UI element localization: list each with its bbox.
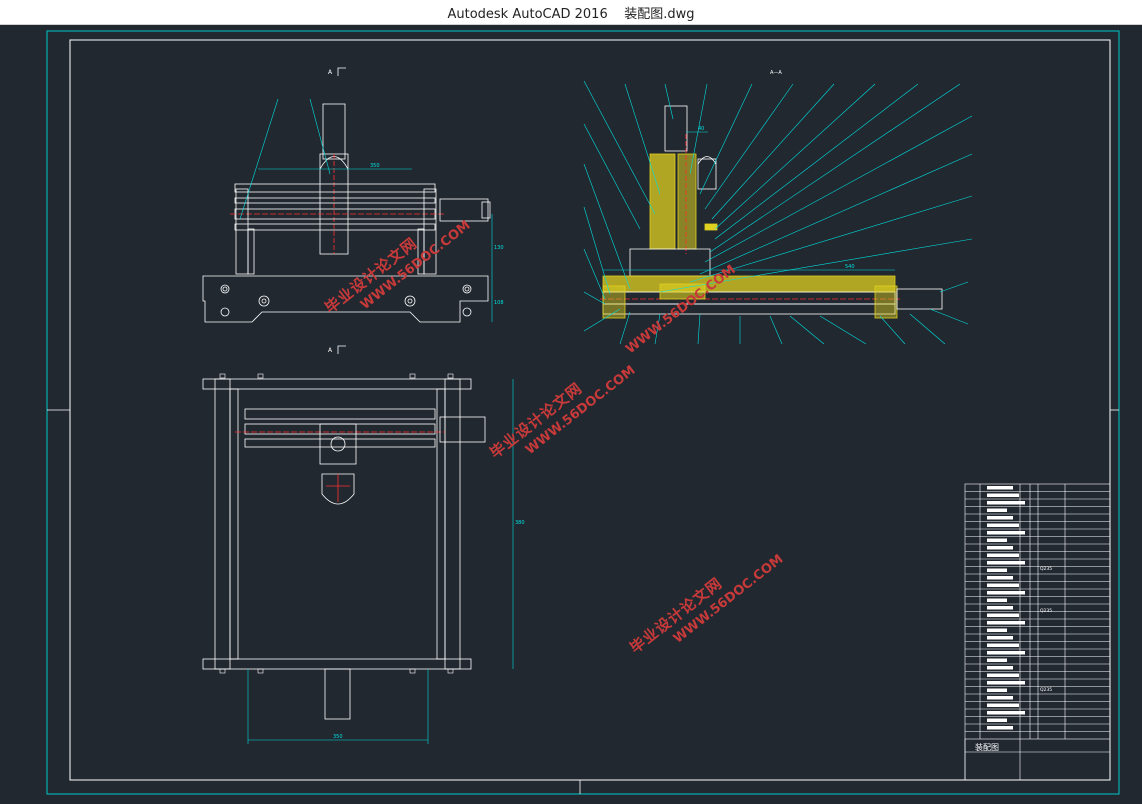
window-titlebar: Autodesk AutoCAD 2016 装配图.dwg (0, 0, 1142, 25)
plan-view[interactable]: A 350 380 (202, 345, 525, 744)
bom-cell-text (987, 508, 1007, 512)
title-block[interactable]: 装配图 Q235 Q235 Q235 (964, 483, 1111, 781)
drawing-canvas[interactable]: A 350 130 108 A 350 380 A—A 540 40 装配图 Q… (0, 24, 1142, 804)
bom-rows (965, 486, 1110, 732)
window-title: Autodesk AutoCAD 2016 装配图.dwg (447, 6, 695, 22)
bom-cell-text (987, 598, 1007, 602)
section-view[interactable]: A—A 540 40 (583, 70, 973, 345)
material-1: Q235 (1040, 566, 1052, 572)
material-2: Q235 (1040, 608, 1052, 614)
bom-cell-text (987, 546, 1013, 550)
bom-cell-text (987, 696, 1013, 700)
drawing-svg[interactable]: A 350 130 108 A 350 380 A—A 540 40 装配图 Q… (0, 24, 1142, 804)
dim-plan-height: 380 (515, 520, 525, 526)
bom-cell-text (987, 703, 1019, 707)
view-label-section: A—A (770, 70, 782, 76)
bom-cell-text (987, 493, 1019, 497)
dim-front-height-2: 108 (494, 300, 504, 306)
bom-cell-text (987, 553, 1019, 557)
bom-cell-text (987, 486, 1013, 490)
view-label-a-top: A (328, 69, 333, 76)
title-block-name: 装配图 (975, 742, 999, 752)
bom-cell-text (987, 583, 1019, 587)
bom-cell-text (987, 561, 1025, 565)
bom-cell-text (987, 621, 1025, 625)
dim-section-width: 540 (845, 264, 855, 270)
dim-plan-width: 350 (333, 734, 343, 740)
bom-cell-text (987, 501, 1025, 505)
bom-cell-text (987, 628, 1007, 632)
bom-cell-text (987, 576, 1013, 580)
dim-top-width: 350 (370, 163, 380, 169)
watermark-2: 毕业设计论文网 WWW.56DOC.COM (486, 363, 638, 462)
bom-cell-text (987, 591, 1025, 595)
watermark-4: 毕业设计论文网 WWW.56DOC.COM (626, 552, 786, 657)
bom-cell-text (987, 568, 1007, 572)
bom-cell-text (987, 666, 1013, 670)
view-label-a-bottom: A (328, 347, 333, 354)
bom-cell-text (987, 651, 1025, 655)
bom-cell-text (987, 613, 1019, 617)
bom-cell-text (987, 643, 1019, 647)
dim-front-height: 130 (494, 245, 504, 251)
bom-cell-text (987, 688, 1007, 692)
bom-cell-text (987, 718, 1007, 722)
bom-cell-text (987, 658, 1007, 662)
bom-cell-text (987, 523, 1019, 527)
bom-cell-text (987, 606, 1013, 610)
bom-cell-text (987, 711, 1025, 715)
bom-cell-text (987, 726, 1013, 730)
bom-cell-text (987, 538, 1007, 542)
bom-cell-text (987, 636, 1013, 640)
bom-cell-text (987, 531, 1025, 535)
center-marks (47, 409, 1119, 794)
bom-cell-text (987, 516, 1013, 520)
bom-cell-text (987, 681, 1025, 685)
material-3: Q235 (1040, 687, 1052, 693)
bom-cell-text (987, 673, 1019, 677)
